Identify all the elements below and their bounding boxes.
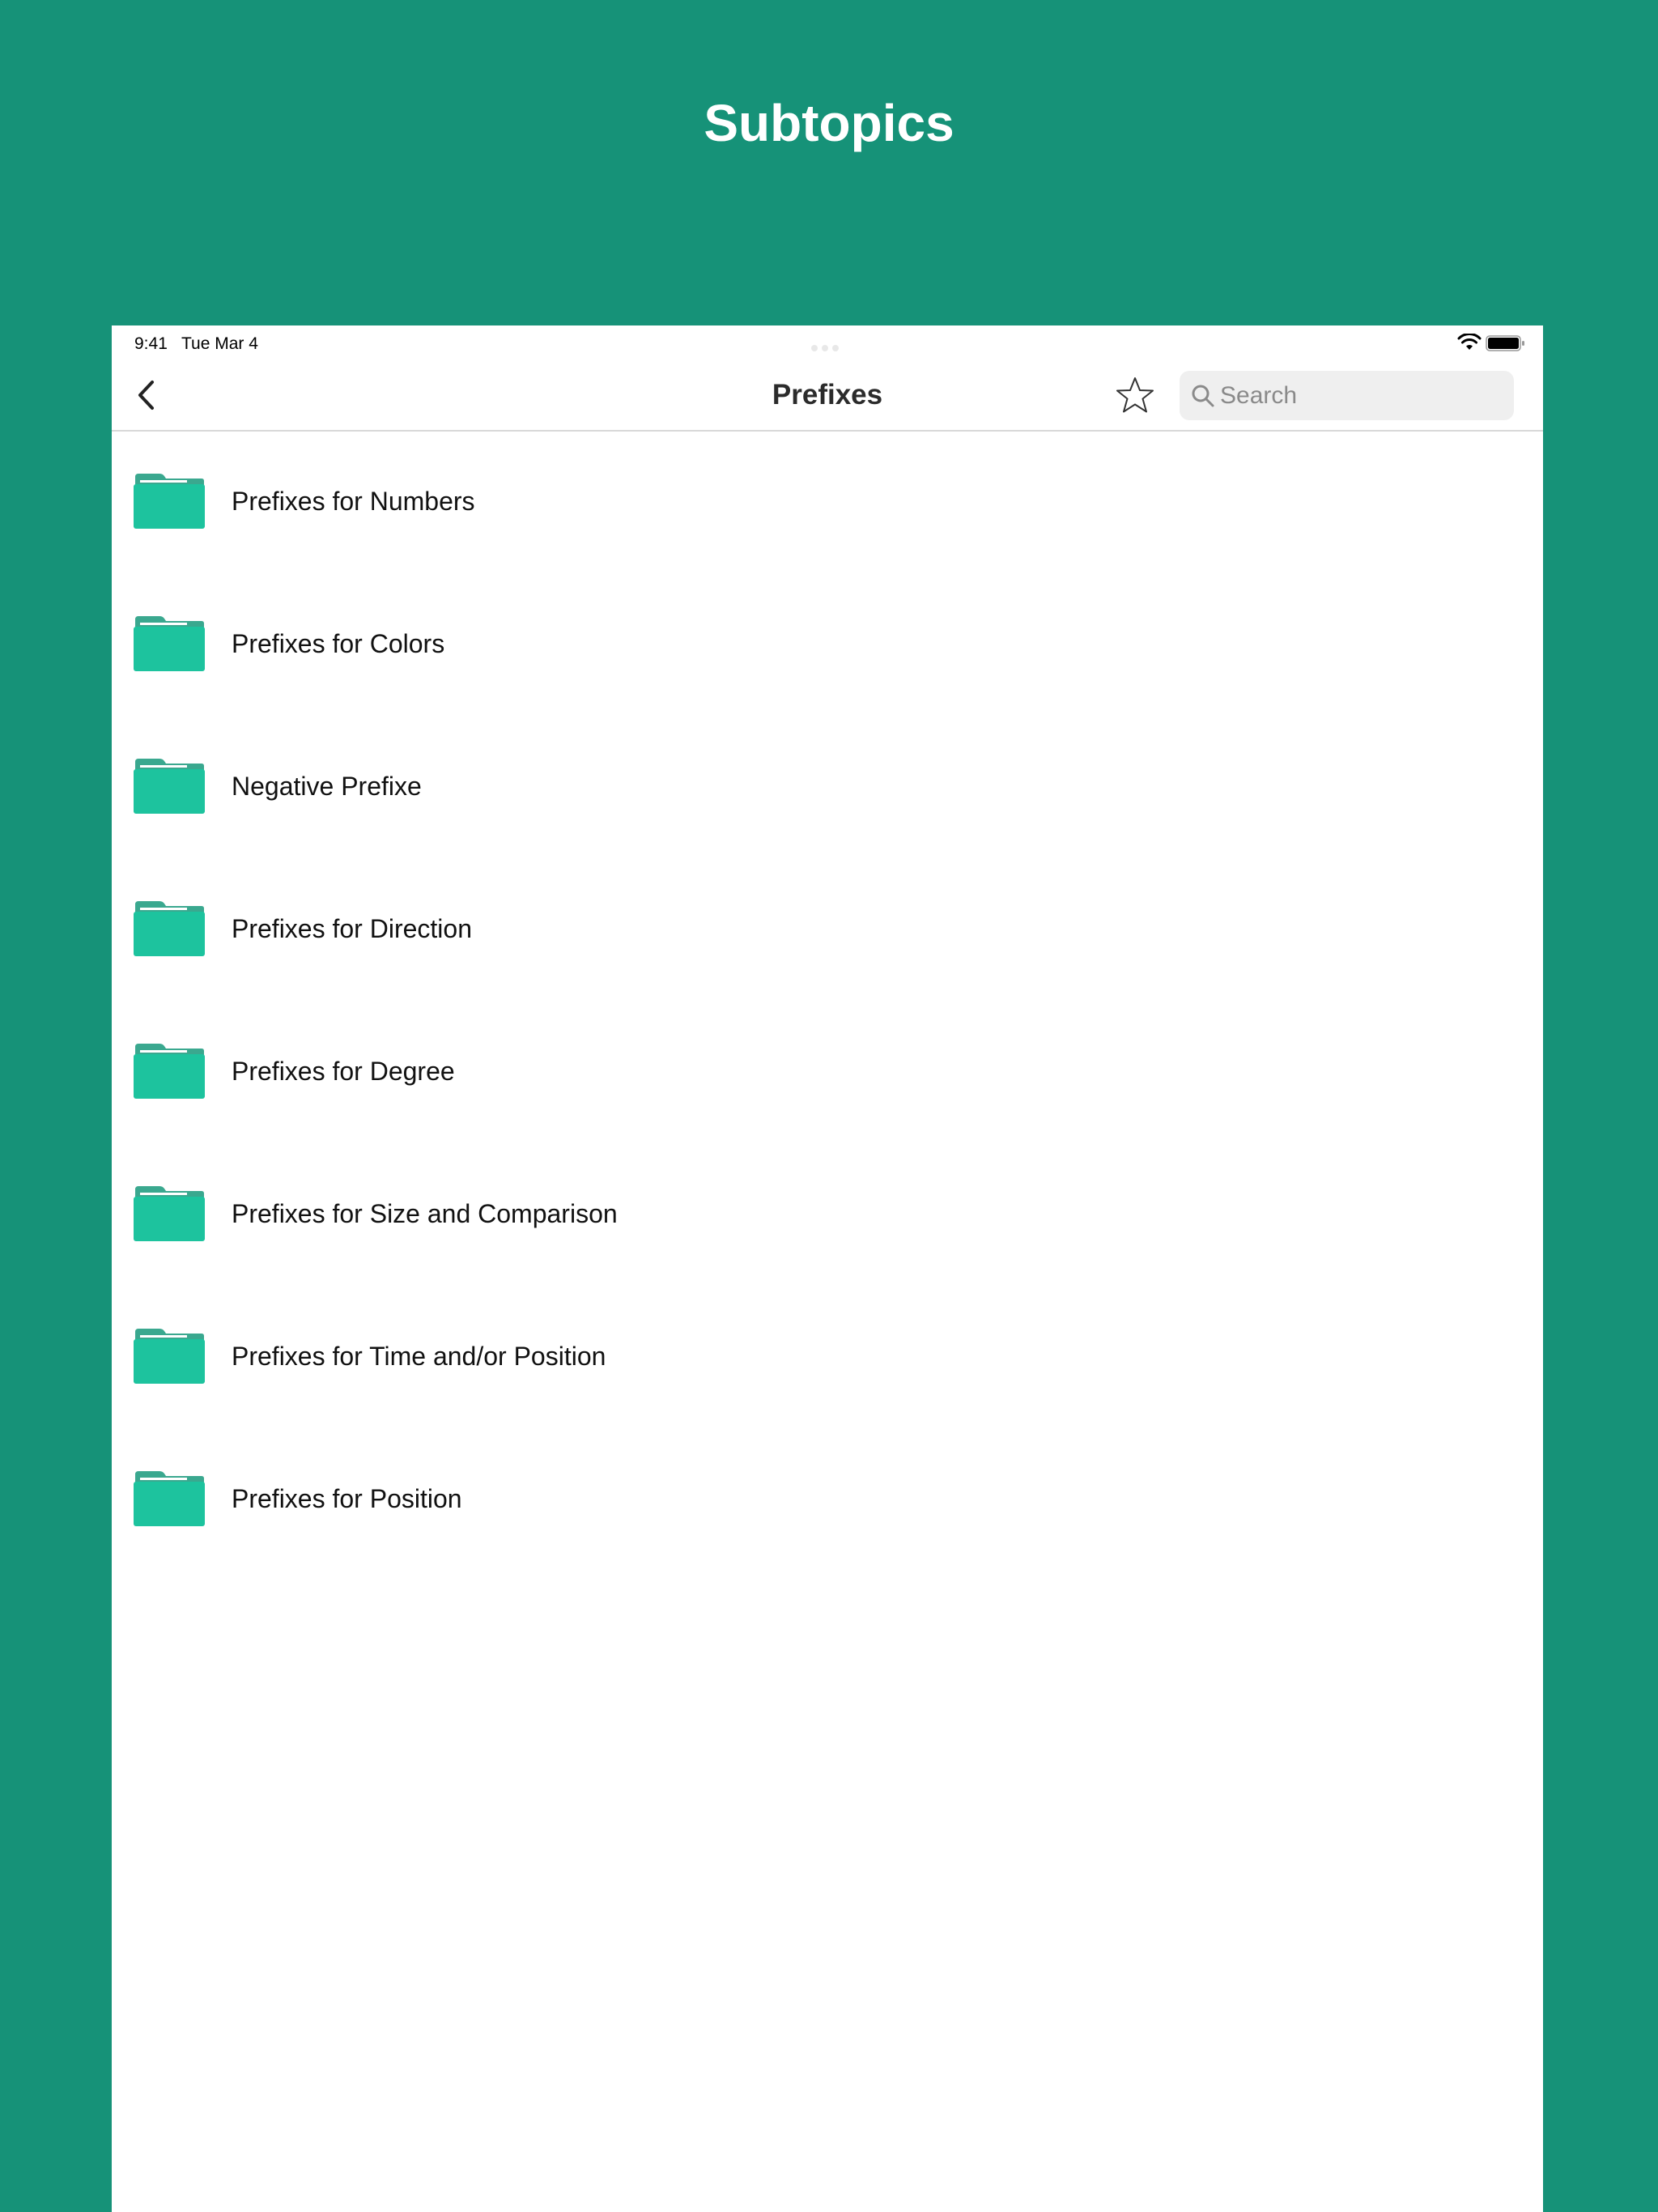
search-bar[interactable] [1180, 371, 1514, 420]
star-outline-icon [1116, 377, 1154, 413]
battery-icon [1486, 335, 1524, 351]
folder-icon [134, 1186, 205, 1241]
topic-list: Prefixes for Numbers Prefixes for Colors… [112, 432, 1543, 1572]
list-item-label: Negative Prefixe [232, 772, 422, 801]
wifi-icon [1457, 334, 1482, 350]
list-item-label: Prefixes for Degree [232, 1057, 455, 1086]
folder-icon [134, 474, 205, 529]
device-screen: 9:41 Tue Mar 4 Prefixes Search Prefixes … [112, 325, 1543, 2212]
list-item[interactable]: Prefixes for Numbers [112, 432, 1543, 574]
list-item-label: Prefixes for Size and Comparison [232, 1199, 618, 1228]
status-time: 9:41 Tue Mar 4 [134, 334, 258, 353]
list-item[interactable]: Prefixes for Size and Comparison [112, 1144, 1543, 1287]
search-icon [1192, 385, 1214, 407]
promo-title: Subtopics [704, 94, 954, 152]
folder-icon [134, 901, 205, 956]
list-item[interactable]: Prefixes for Colors [112, 574, 1543, 717]
list-item-label: Prefixes for Time and/or Position [232, 1342, 606, 1371]
chevron-left-icon [138, 381, 154, 410]
folder-icon [134, 1471, 205, 1526]
list-item-label: Prefixes for Numbers [232, 487, 475, 516]
search-input[interactable] [1220, 371, 1503, 420]
favorite-button[interactable] [1114, 372, 1156, 418]
navigation-bar: Prefixes [112, 361, 1543, 432]
folder-icon [134, 1329, 205, 1384]
list-item[interactable]: Negative Prefixe [112, 717, 1543, 859]
list-item[interactable]: Prefixes for Time and/or Position [112, 1287, 1543, 1429]
folder-icon [134, 1044, 205, 1099]
folder-icon [134, 616, 205, 671]
list-item[interactable]: Prefixes for Position [112, 1429, 1543, 1572]
multitasking-dots-icon [811, 341, 844, 351]
list-item-label: Prefixes for Colors [232, 629, 445, 658]
list-item-label: Prefixes for Direction [232, 914, 472, 943]
list-item[interactable]: Prefixes for Degree [112, 1002, 1543, 1144]
folder-icon [134, 759, 205, 814]
back-button[interactable] [126, 372, 167, 418]
status-bar: 9:41 Tue Mar 4 [112, 325, 1543, 361]
list-item-label: Prefixes for Position [232, 1484, 462, 1513]
list-item[interactable]: Prefixes for Direction [112, 859, 1543, 1002]
